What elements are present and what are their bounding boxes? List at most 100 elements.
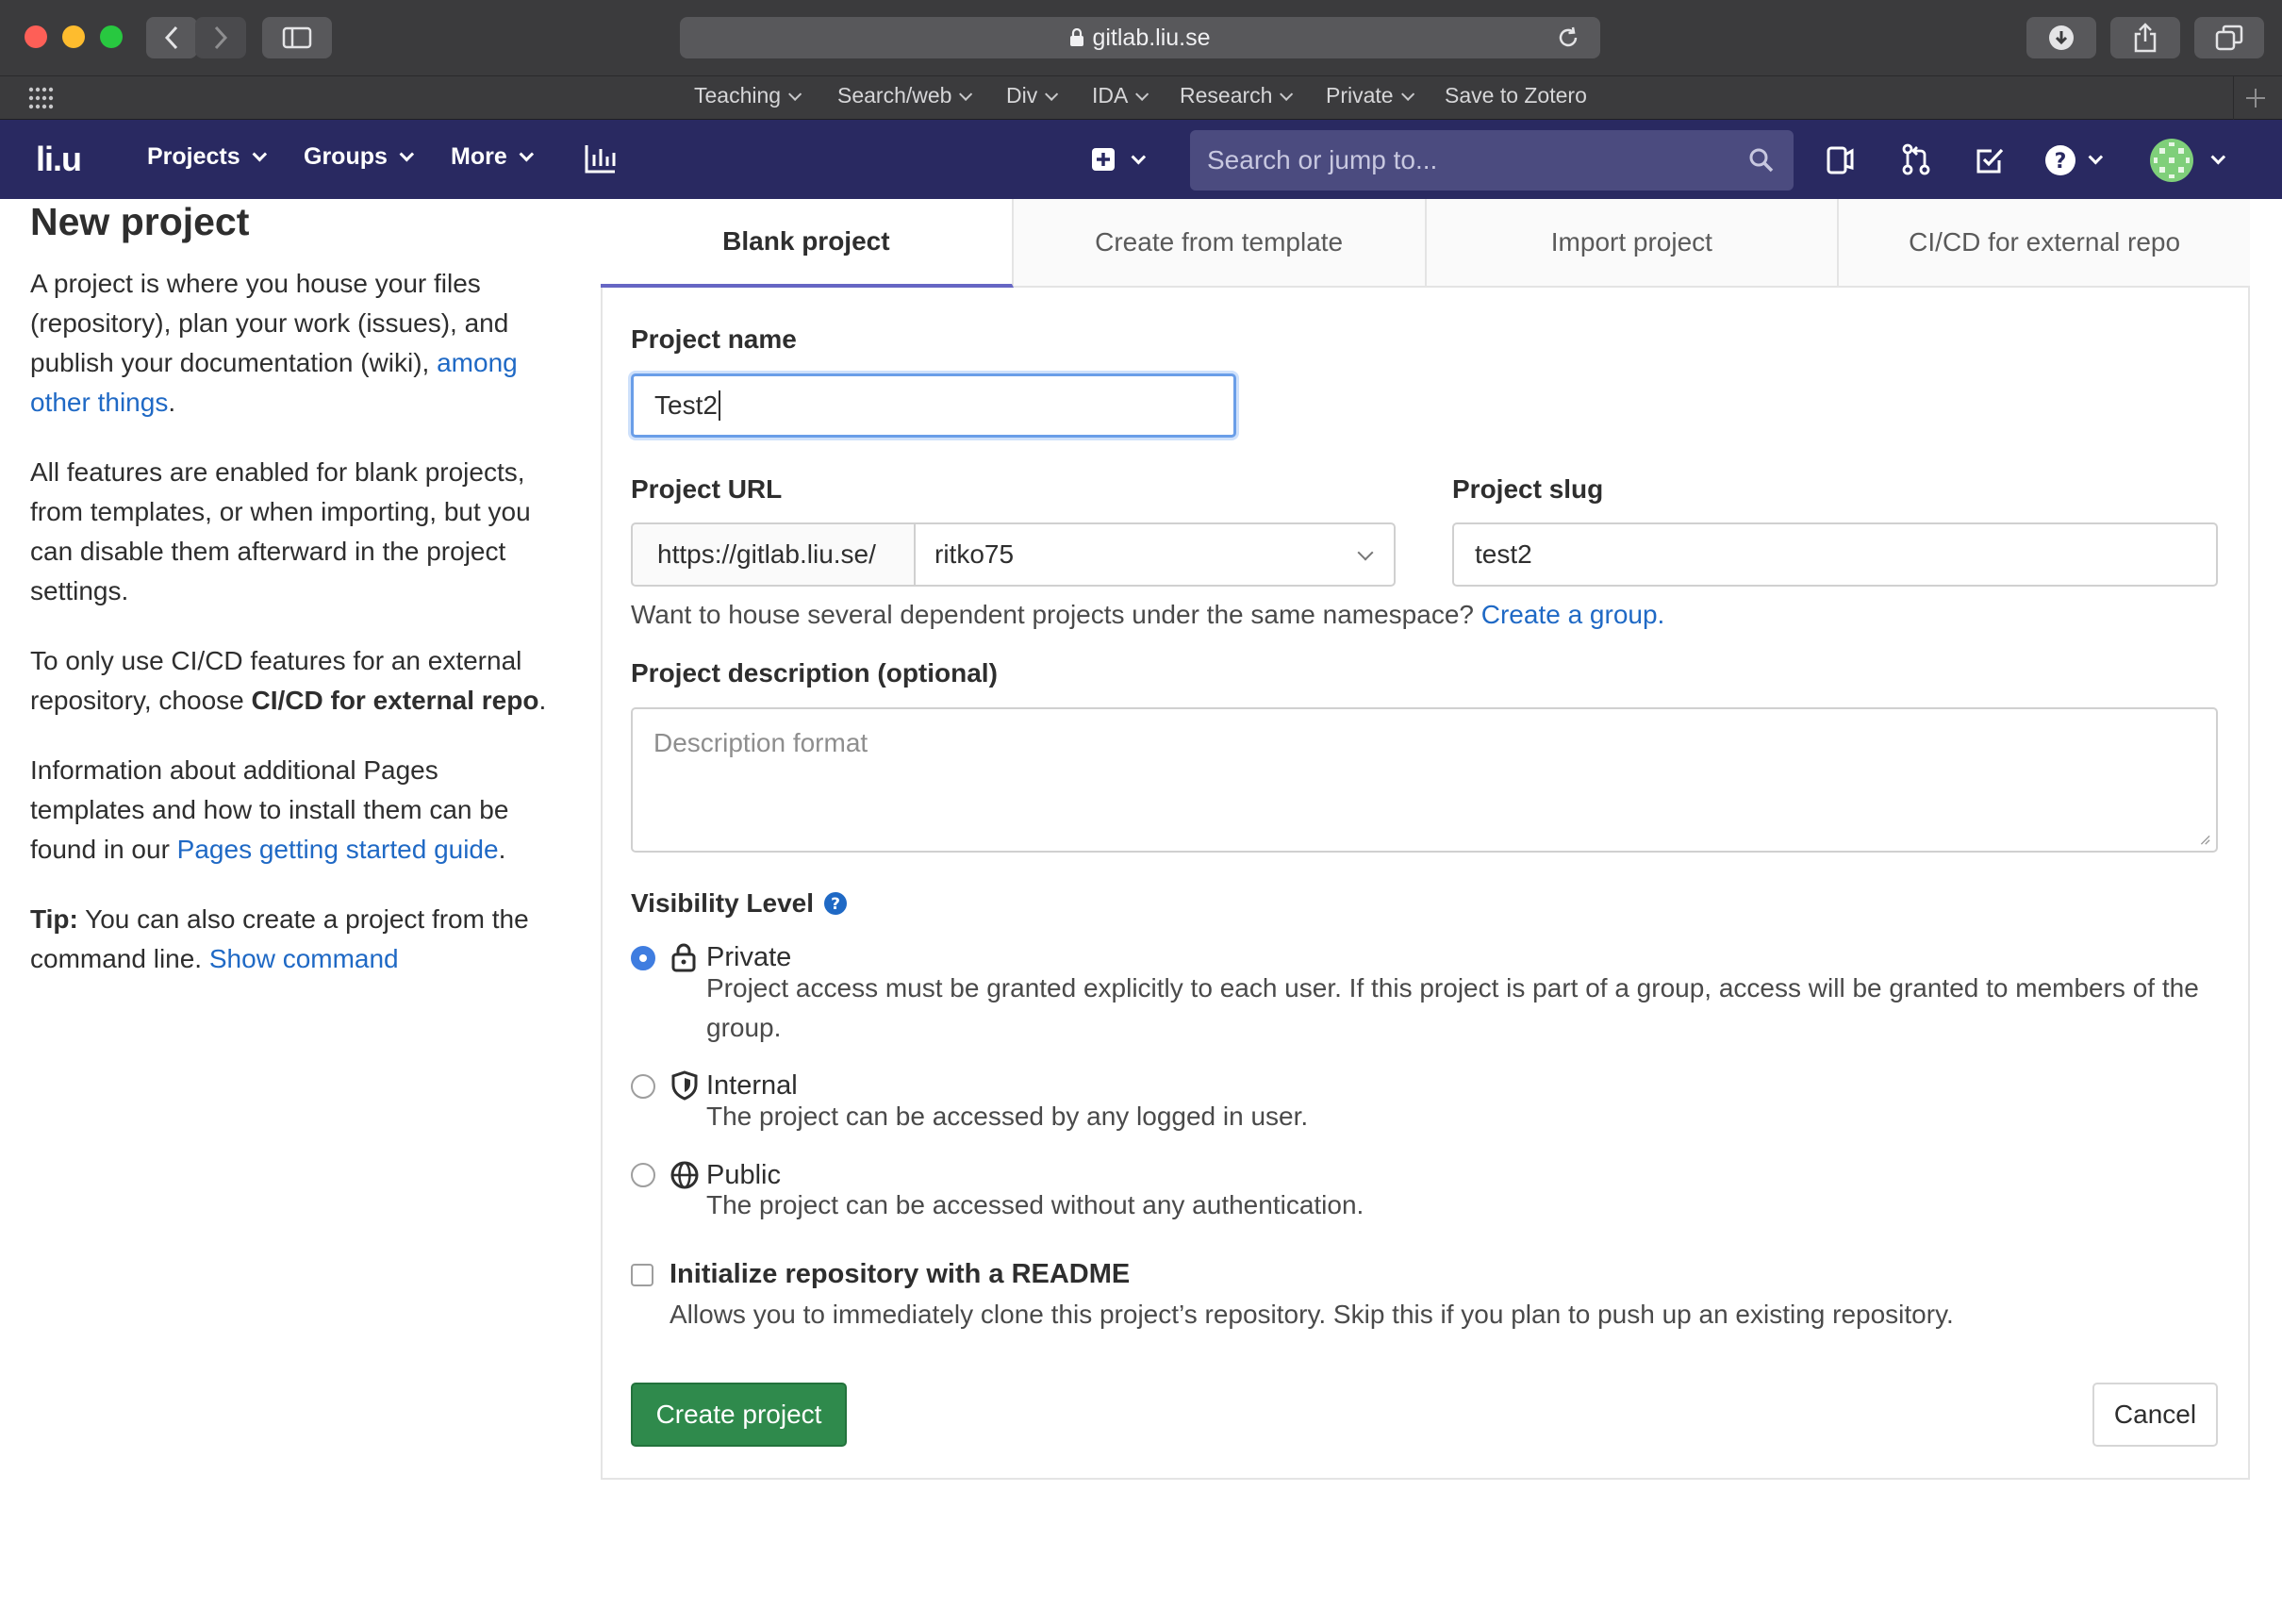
bookmark-label: Save to Zotero bbox=[1445, 83, 1587, 108]
nav-projects-label: Projects bbox=[147, 143, 240, 170]
bookmark-save-to-zotero[interactable]: Save to Zotero bbox=[1445, 83, 1587, 108]
bookmark-label: Teaching bbox=[694, 83, 782, 108]
back-button[interactable] bbox=[146, 17, 197, 58]
intro-paragraph: A project is where you house your files … bbox=[30, 269, 518, 417]
avatar-pattern bbox=[2154, 142, 2190, 178]
liu-logo[interactable]: li.u bbox=[36, 140, 82, 179]
nav-groups-label: Groups bbox=[304, 143, 388, 170]
namespace-select[interactable]: ritko75 bbox=[914, 522, 1396, 587]
new-item-icon[interactable] bbox=[1091, 147, 1116, 172]
bookmark-teaching[interactable]: Teaching bbox=[694, 83, 802, 108]
bookmark-div[interactable]: Div bbox=[1006, 83, 1059, 108]
new-project-sidebar: New project A project is where you house… bbox=[30, 198, 558, 1009]
shield-icon bbox=[671, 1070, 698, 1101]
close-window-button[interactable] bbox=[25, 25, 47, 48]
bookmark-private[interactable]: Private bbox=[1326, 83, 1414, 108]
features-paragraph: All features are enabled for blank proje… bbox=[30, 457, 531, 605]
nav-groups[interactable]: Groups bbox=[304, 143, 415, 171]
tip-paragraph: Tip: You can also create a project from … bbox=[30, 900, 558, 979]
minimize-window-button[interactable] bbox=[62, 25, 85, 48]
group-hint-text: Want to house several dependent projects… bbox=[631, 600, 1481, 629]
bookmark-research[interactable]: Research bbox=[1180, 83, 1294, 108]
activity-chart-icon[interactable] bbox=[585, 143, 617, 174]
pages-paragraph: Information about additional Pages templ… bbox=[30, 755, 509, 864]
zoom-window-button[interactable] bbox=[100, 25, 123, 48]
project-name-label: Project name bbox=[631, 324, 797, 354]
tab-blank-project[interactable]: Blank project bbox=[601, 199, 1014, 288]
create-group-link[interactable]: Create a group. bbox=[1481, 600, 1665, 629]
resize-handle-icon[interactable] bbox=[2197, 832, 2210, 845]
cicd-paragraph: To only use CI/CD features for an extern… bbox=[30, 646, 547, 715]
project-type-tabs: Blank project Create from template Impor… bbox=[601, 199, 2250, 288]
url-prefix: https://gitlab.liu.se/ bbox=[631, 522, 916, 587]
initialize-readme-checkbox[interactable] bbox=[631, 1264, 653, 1286]
sidebar-icon bbox=[282, 26, 312, 49]
plus-icon[interactable] bbox=[2245, 88, 2266, 108]
bookmark-label: IDA bbox=[1092, 83, 1129, 108]
chevron-down-icon bbox=[1357, 544, 1374, 561]
bookmark-ida[interactable]: IDA bbox=[1092, 83, 1149, 108]
download-icon bbox=[2049, 25, 2074, 50]
visibility-private-radio[interactable] bbox=[631, 946, 655, 970]
visibility-public-radio[interactable] bbox=[631, 1163, 655, 1187]
nav-more[interactable]: More bbox=[451, 143, 534, 171]
show-command-link[interactable]: Show command bbox=[209, 944, 399, 973]
visibility-internal-desc: The project can be accessed by any logge… bbox=[706, 1102, 1309, 1131]
project-slug-value: test2 bbox=[1475, 539, 1532, 569]
project-description-label: Project description (optional) bbox=[631, 658, 998, 688]
nav-projects[interactable]: Projects bbox=[147, 143, 267, 171]
project-slug-input[interactable]: test2 bbox=[1452, 522, 2218, 587]
forward-button[interactable] bbox=[195, 17, 246, 58]
nav-more-label: More bbox=[451, 143, 507, 170]
tab-cicd-external-repo[interactable]: CI/CD for external repo bbox=[1839, 199, 2250, 288]
reload-icon[interactable] bbox=[1555, 25, 1581, 51]
address-bar[interactable]: gitlab.liu.se bbox=[680, 17, 1600, 58]
project-slug-label: Project slug bbox=[1452, 474, 1604, 504]
cancel-button[interactable]: Cancel bbox=[2092, 1383, 2218, 1447]
chevron-right-icon bbox=[214, 25, 228, 50]
description-placeholder: Description format bbox=[653, 728, 868, 757]
cicd-bold-text: CI/CD for external repo bbox=[251, 686, 539, 715]
question-circle-icon[interactable]: ? bbox=[823, 891, 848, 916]
divider bbox=[2233, 76, 2234, 121]
svg-text:?: ? bbox=[2055, 150, 2067, 174]
downloads-button[interactable] bbox=[2026, 17, 2096, 58]
project-description-textarea[interactable]: Description format bbox=[631, 707, 2218, 853]
initialize-readme-label[interactable]: Initialize repository with a README bbox=[670, 1259, 1130, 1290]
globe-icon bbox=[670, 1161, 699, 1189]
project-name-input[interactable]: Test2 bbox=[631, 373, 1236, 438]
share-button[interactable] bbox=[2110, 17, 2180, 58]
lock-icon bbox=[1070, 28, 1084, 46]
tabs-icon bbox=[2215, 25, 2243, 51]
chevron-left-icon bbox=[164, 25, 178, 50]
todo-icon[interactable] bbox=[1975, 145, 2005, 175]
visibility-level-label: Visibility Level ? bbox=[631, 888, 848, 919]
bookmark-label: Div bbox=[1006, 83, 1038, 108]
apps-grid-icon[interactable] bbox=[28, 87, 55, 109]
issues-icon[interactable] bbox=[1826, 145, 1856, 175]
project-url-label: Project URL bbox=[631, 474, 783, 504]
lock-icon bbox=[671, 943, 696, 972]
tab-create-from-template[interactable]: Create from template bbox=[1013, 199, 1427, 288]
visibility-private-desc: Project access must be granted explicitl… bbox=[706, 973, 2199, 1042]
merge-request-icon[interactable] bbox=[1901, 143, 1931, 175]
help-icon[interactable]: ? bbox=[2044, 144, 2076, 176]
sidebar-toggle-button[interactable] bbox=[262, 17, 332, 58]
search-input[interactable]: Search or jump to... bbox=[1190, 130, 1794, 191]
tab-import-project[interactable]: Import project bbox=[1426, 199, 1840, 288]
address-text: gitlab.liu.se bbox=[1092, 24, 1211, 51]
tip-label: Tip: bbox=[30, 904, 78, 934]
bookmark-search-web[interactable]: Search/web bbox=[837, 83, 973, 108]
search-placeholder: Search or jump to... bbox=[1207, 145, 1438, 174]
tab-overview-button[interactable] bbox=[2194, 17, 2264, 58]
pages-guide-link[interactable]: Pages getting started guide bbox=[177, 835, 499, 864]
search-icon bbox=[1749, 148, 1774, 173]
avatar[interactable] bbox=[2150, 139, 2193, 182]
page-title: New project bbox=[30, 200, 250, 243]
share-icon bbox=[2134, 23, 2157, 53]
project-name-value: Test2 bbox=[654, 390, 718, 420]
visibility-internal-radio[interactable] bbox=[631, 1074, 655, 1099]
create-project-button[interactable]: Create project bbox=[631, 1383, 847, 1447]
bookmark-label: Private bbox=[1326, 83, 1394, 108]
text-cursor bbox=[718, 390, 720, 421]
